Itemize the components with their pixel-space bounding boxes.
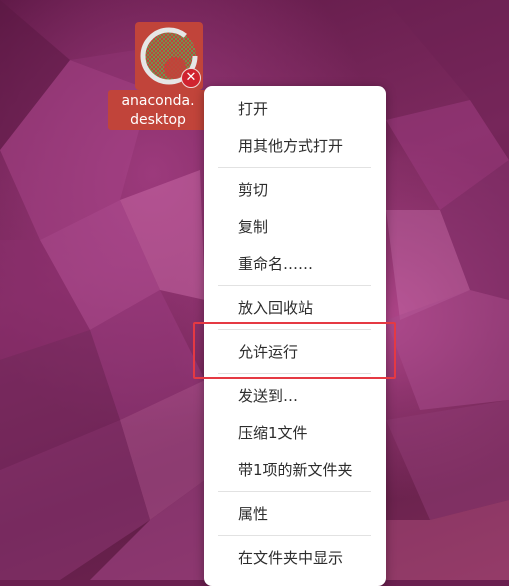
desktop-file-anaconda[interactable]: ✕ anaconda. desktop <box>108 22 208 130</box>
menu-item-open[interactable]: 打开 <box>204 92 386 126</box>
menu-item-copy[interactable]: 复制 <box>204 210 386 244</box>
menu-item-new-folder-with-item[interactable]: 带1项的新文件夹 <box>204 453 386 487</box>
menu-item-rename[interactable]: 重命名…… <box>204 247 386 281</box>
highlight-annotation-box <box>193 322 396 379</box>
menu-item-properties[interactable]: 属性 <box>204 497 386 531</box>
menu-item-show-in-folder[interactable]: 在文件夹中显示 <box>204 541 386 575</box>
menu-separator <box>218 491 371 492</box>
menu-item-compress[interactable]: 压缩1文件 <box>204 416 386 450</box>
error-badge-icon: ✕ <box>181 68 201 88</box>
menu-item-open-with[interactable]: 用其他方式打开 <box>204 129 386 163</box>
menu-separator <box>218 167 371 168</box>
menu-separator <box>218 285 371 286</box>
menu-item-move-to-trash[interactable]: 放入回收站 <box>204 291 386 325</box>
file-name-line-2: desktop <box>130 112 186 128</box>
menu-item-cut[interactable]: 剪切 <box>204 173 386 207</box>
file-name-label: anaconda. desktop <box>108 90 208 130</box>
file-name-line-1: anaconda. <box>121 93 195 109</box>
menu-item-send-to[interactable]: 发送到… <box>204 379 386 413</box>
icon-tile: ✕ <box>135 22 203 90</box>
menu-separator <box>218 535 371 536</box>
